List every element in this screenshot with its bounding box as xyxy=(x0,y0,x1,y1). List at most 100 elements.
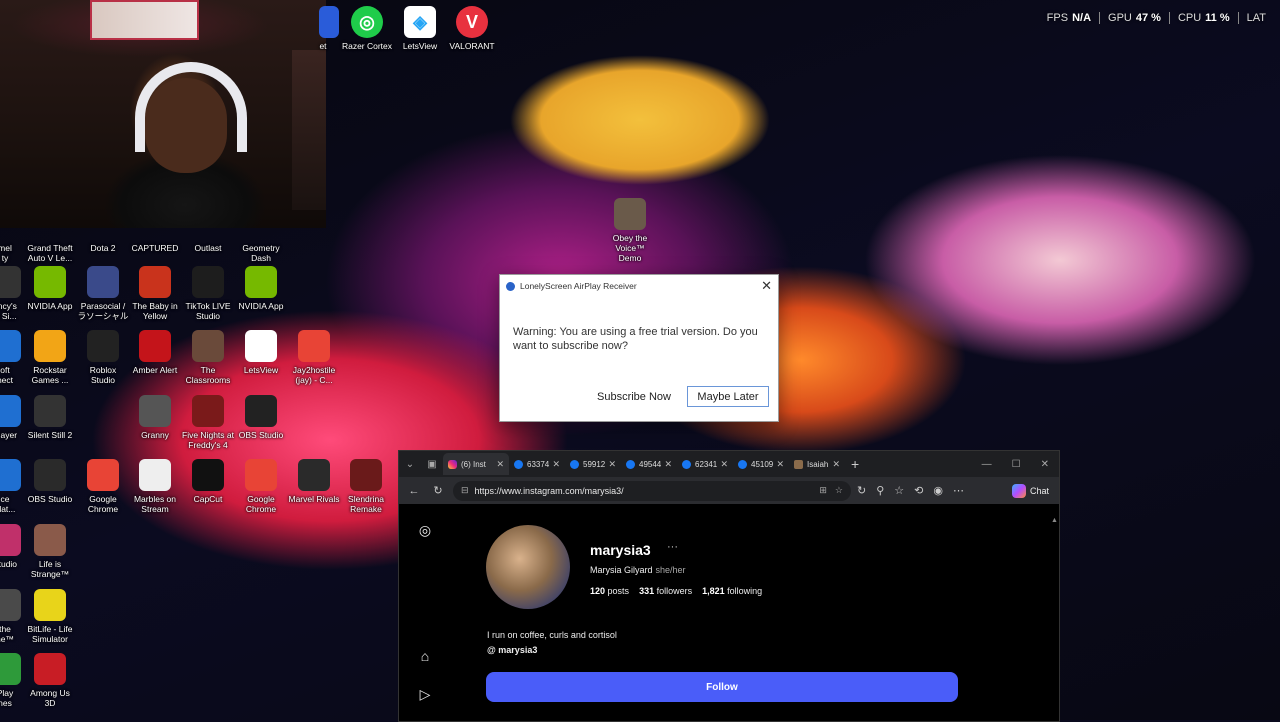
desktop-icon-label: Outlast xyxy=(194,243,222,253)
desktop-icon[interactable]: BitLife - Life Simulator xyxy=(23,589,77,644)
tab-close-icon[interactable]: ✕ xyxy=(832,459,840,470)
desktop-icon[interactable]: Google Chrome xyxy=(234,459,288,514)
desktop-icon[interactable]: Google Chrome xyxy=(76,459,130,514)
extension-sync-icon[interactable]: ↻ xyxy=(857,484,866,497)
facebook-icon xyxy=(570,459,579,469)
desktop-icon[interactable]: Life is Strange™ xyxy=(23,524,77,579)
app-icon xyxy=(245,395,277,427)
maximize-icon[interactable]: ☐ xyxy=(1012,459,1021,470)
desktop-icon[interactable]: Outlast xyxy=(181,208,235,253)
refresh-icon[interactable]: ↻ xyxy=(429,484,447,497)
browser-tab[interactable]: Isaiah ✕ xyxy=(789,453,845,475)
desktop-icon[interactable]: Marbles on Stream xyxy=(128,459,182,514)
desktop-icon-partial[interactable]: et xyxy=(305,6,341,51)
tab-actions-chevron-icon[interactable]: ⌄ xyxy=(399,459,421,470)
app-icon xyxy=(298,459,330,491)
threads-link[interactable]: @ marysia3 xyxy=(487,645,537,655)
tab-close-icon[interactable]: ✕ xyxy=(496,459,504,470)
app-icon xyxy=(192,330,224,362)
desktop-icon[interactable]: Rockstar Games ... xyxy=(23,330,77,385)
desktop-icon[interactable]: CapCut xyxy=(181,459,235,504)
desktop-icon[interactable]: Dota 2 xyxy=(76,208,130,253)
following-stat[interactable]: 1,821 following xyxy=(702,586,762,596)
desktop-icon[interactable]: Roblox Studio xyxy=(76,330,130,385)
dialog-close-icon[interactable]: ✕ xyxy=(761,278,772,294)
browser-tab[interactable]: 63374 ✕ xyxy=(509,453,565,475)
reels-icon[interactable]: ▷ xyxy=(416,685,434,703)
window-controls: — ☐ ✕ xyxy=(982,459,1059,470)
extensions-icon[interactable]: ⚲ xyxy=(876,484,884,497)
instagram-logo-icon[interactable]: ◎ xyxy=(416,521,434,539)
favorites-icon[interactable]: ☆ xyxy=(894,484,904,497)
tab-close-icon[interactable]: ✕ xyxy=(720,459,728,470)
desktop-icon[interactable]: Slendrina Remake xyxy=(339,459,393,514)
workspaces-icon[interactable]: ▣ xyxy=(421,459,443,470)
favorite-star-icon[interactable]: ☆ xyxy=(835,485,843,496)
followers-stat[interactable]: 331 followers xyxy=(639,586,692,596)
tab-title: 45109 xyxy=(751,459,774,469)
desktop-icon[interactable]: The Classrooms xyxy=(181,330,235,385)
desktop-icon[interactable]: Geometry Dash xyxy=(234,208,288,263)
app-icon xyxy=(192,459,224,491)
desktop-icon[interactable]: NVIDIA App xyxy=(23,266,77,311)
split-screen-icon[interactable]: ⊞ xyxy=(819,485,827,496)
desktop-icon[interactable]: The Baby in Yellow xyxy=(128,266,182,321)
browser-tab[interactable]: 49544 ✕ xyxy=(621,453,677,475)
page-scrollbar[interactable]: ▲ xyxy=(1051,509,1058,719)
desktop-icon[interactable]: Jay2hostile (jay) - C... xyxy=(287,330,341,385)
desktop-icon[interactable]: Granny xyxy=(128,395,182,440)
desktop-icon-valorant[interactable]: V VALORANT xyxy=(445,6,499,51)
minimize-icon[interactable]: — xyxy=(982,459,992,470)
browser-tab[interactable]: 45109 ✕ xyxy=(733,453,789,475)
maybe-later-button[interactable]: Maybe Later xyxy=(687,386,769,407)
subscribe-now-button[interactable]: Subscribe Now xyxy=(594,386,674,407)
desktop-icon-label: Google Chrome xyxy=(87,494,119,514)
site-info-icon[interactable]: ⊟ xyxy=(461,485,469,496)
desktop-icon[interactable]: Marvel Rivals xyxy=(287,459,341,504)
desktop-icon[interactable]: Obey the Voice™ Demo xyxy=(603,198,657,263)
tab-close-icon[interactable]: ✕ xyxy=(608,459,616,470)
more-menu-icon[interactable]: ⋯ xyxy=(953,484,964,497)
tab-title: 59912 xyxy=(583,459,606,469)
desktop-icon-razer-cortex[interactable]: ◎ Razer Cortex xyxy=(340,6,394,51)
desktop-icon[interactable]: Amber Alert xyxy=(128,330,182,375)
profile-avatar[interactable] xyxy=(486,525,570,609)
desktop-icon[interactable]: NVIDIA App xyxy=(234,266,288,311)
copilot-chat-button[interactable]: Chat xyxy=(1011,483,1053,498)
address-bar[interactable]: ⊟ https://www.instagram.com/marysia3/ ⊞ … xyxy=(453,480,851,501)
facebook-icon xyxy=(514,459,523,469)
tab-close-icon[interactable]: ✕ xyxy=(664,459,672,470)
browser-tab[interactable]: (6) Inst ✕ xyxy=(443,453,509,475)
desktop-icon[interactable]: CAPTURED xyxy=(128,208,182,253)
webcam-background-object xyxy=(292,50,326,210)
desktop-icon[interactable]: Grand Theft Auto V Le... xyxy=(23,208,77,263)
profile-avatar-icon[interactable]: ◉ xyxy=(933,484,943,497)
desktop-icon-label: Life is Strange™ xyxy=(30,559,70,579)
desktop-icon[interactable]: Among Us 3D xyxy=(23,653,77,708)
desktop-icon-letsview[interactable]: ◈ LetsView xyxy=(393,6,447,51)
desktop-icon[interactable]: Five Nights at Freddy's 4 xyxy=(181,395,235,450)
new-tab-icon[interactable]: + xyxy=(851,456,859,472)
home-icon[interactable]: ⌂ xyxy=(416,647,434,665)
desktop-icon[interactable]: TikTok LIVE Studio xyxy=(181,266,235,321)
tab-title: Isaiah xyxy=(807,459,829,469)
desktop-icon[interactable]: Silent Still 2 xyxy=(23,395,77,440)
desktop-icon[interactable]: Parasocial / ラソーシャル xyxy=(76,266,130,321)
follow-button[interactable]: Follow xyxy=(486,672,958,702)
browser-tab[interactable]: 59912 ✕ xyxy=(565,453,621,475)
profile-options-icon[interactable]: ··· xyxy=(667,541,678,553)
profile-bio: I run on coffee, curls and cortisol xyxy=(487,630,617,640)
close-window-icon[interactable]: ✕ xyxy=(1041,459,1049,470)
desktop-icon[interactable]: LetsView xyxy=(234,330,288,375)
desktop-icon[interactable]: OBS Studio xyxy=(23,459,77,504)
desktop-icon[interactable]: OBS Studio xyxy=(234,395,288,440)
app-icon xyxy=(139,330,171,362)
history-icon[interactable]: ⟲ xyxy=(914,484,923,497)
instagram-page: ◎ ⌂ ▷ marysia3 ··· Marysia Gilyard she/he… xyxy=(399,505,1059,721)
back-icon[interactable]: ← xyxy=(405,485,423,497)
tab-close-icon[interactable]: ✕ xyxy=(776,459,784,470)
tab-close-icon[interactable]: ✕ xyxy=(552,459,560,470)
browser-toolbar: ↻ ⚲ ☆ ⟲ ◉ ⋯ xyxy=(857,484,964,497)
desktop-icon-label: Rockstar Games ... xyxy=(31,365,69,385)
browser-tab[interactable]: 62341 ✕ xyxy=(677,453,733,475)
